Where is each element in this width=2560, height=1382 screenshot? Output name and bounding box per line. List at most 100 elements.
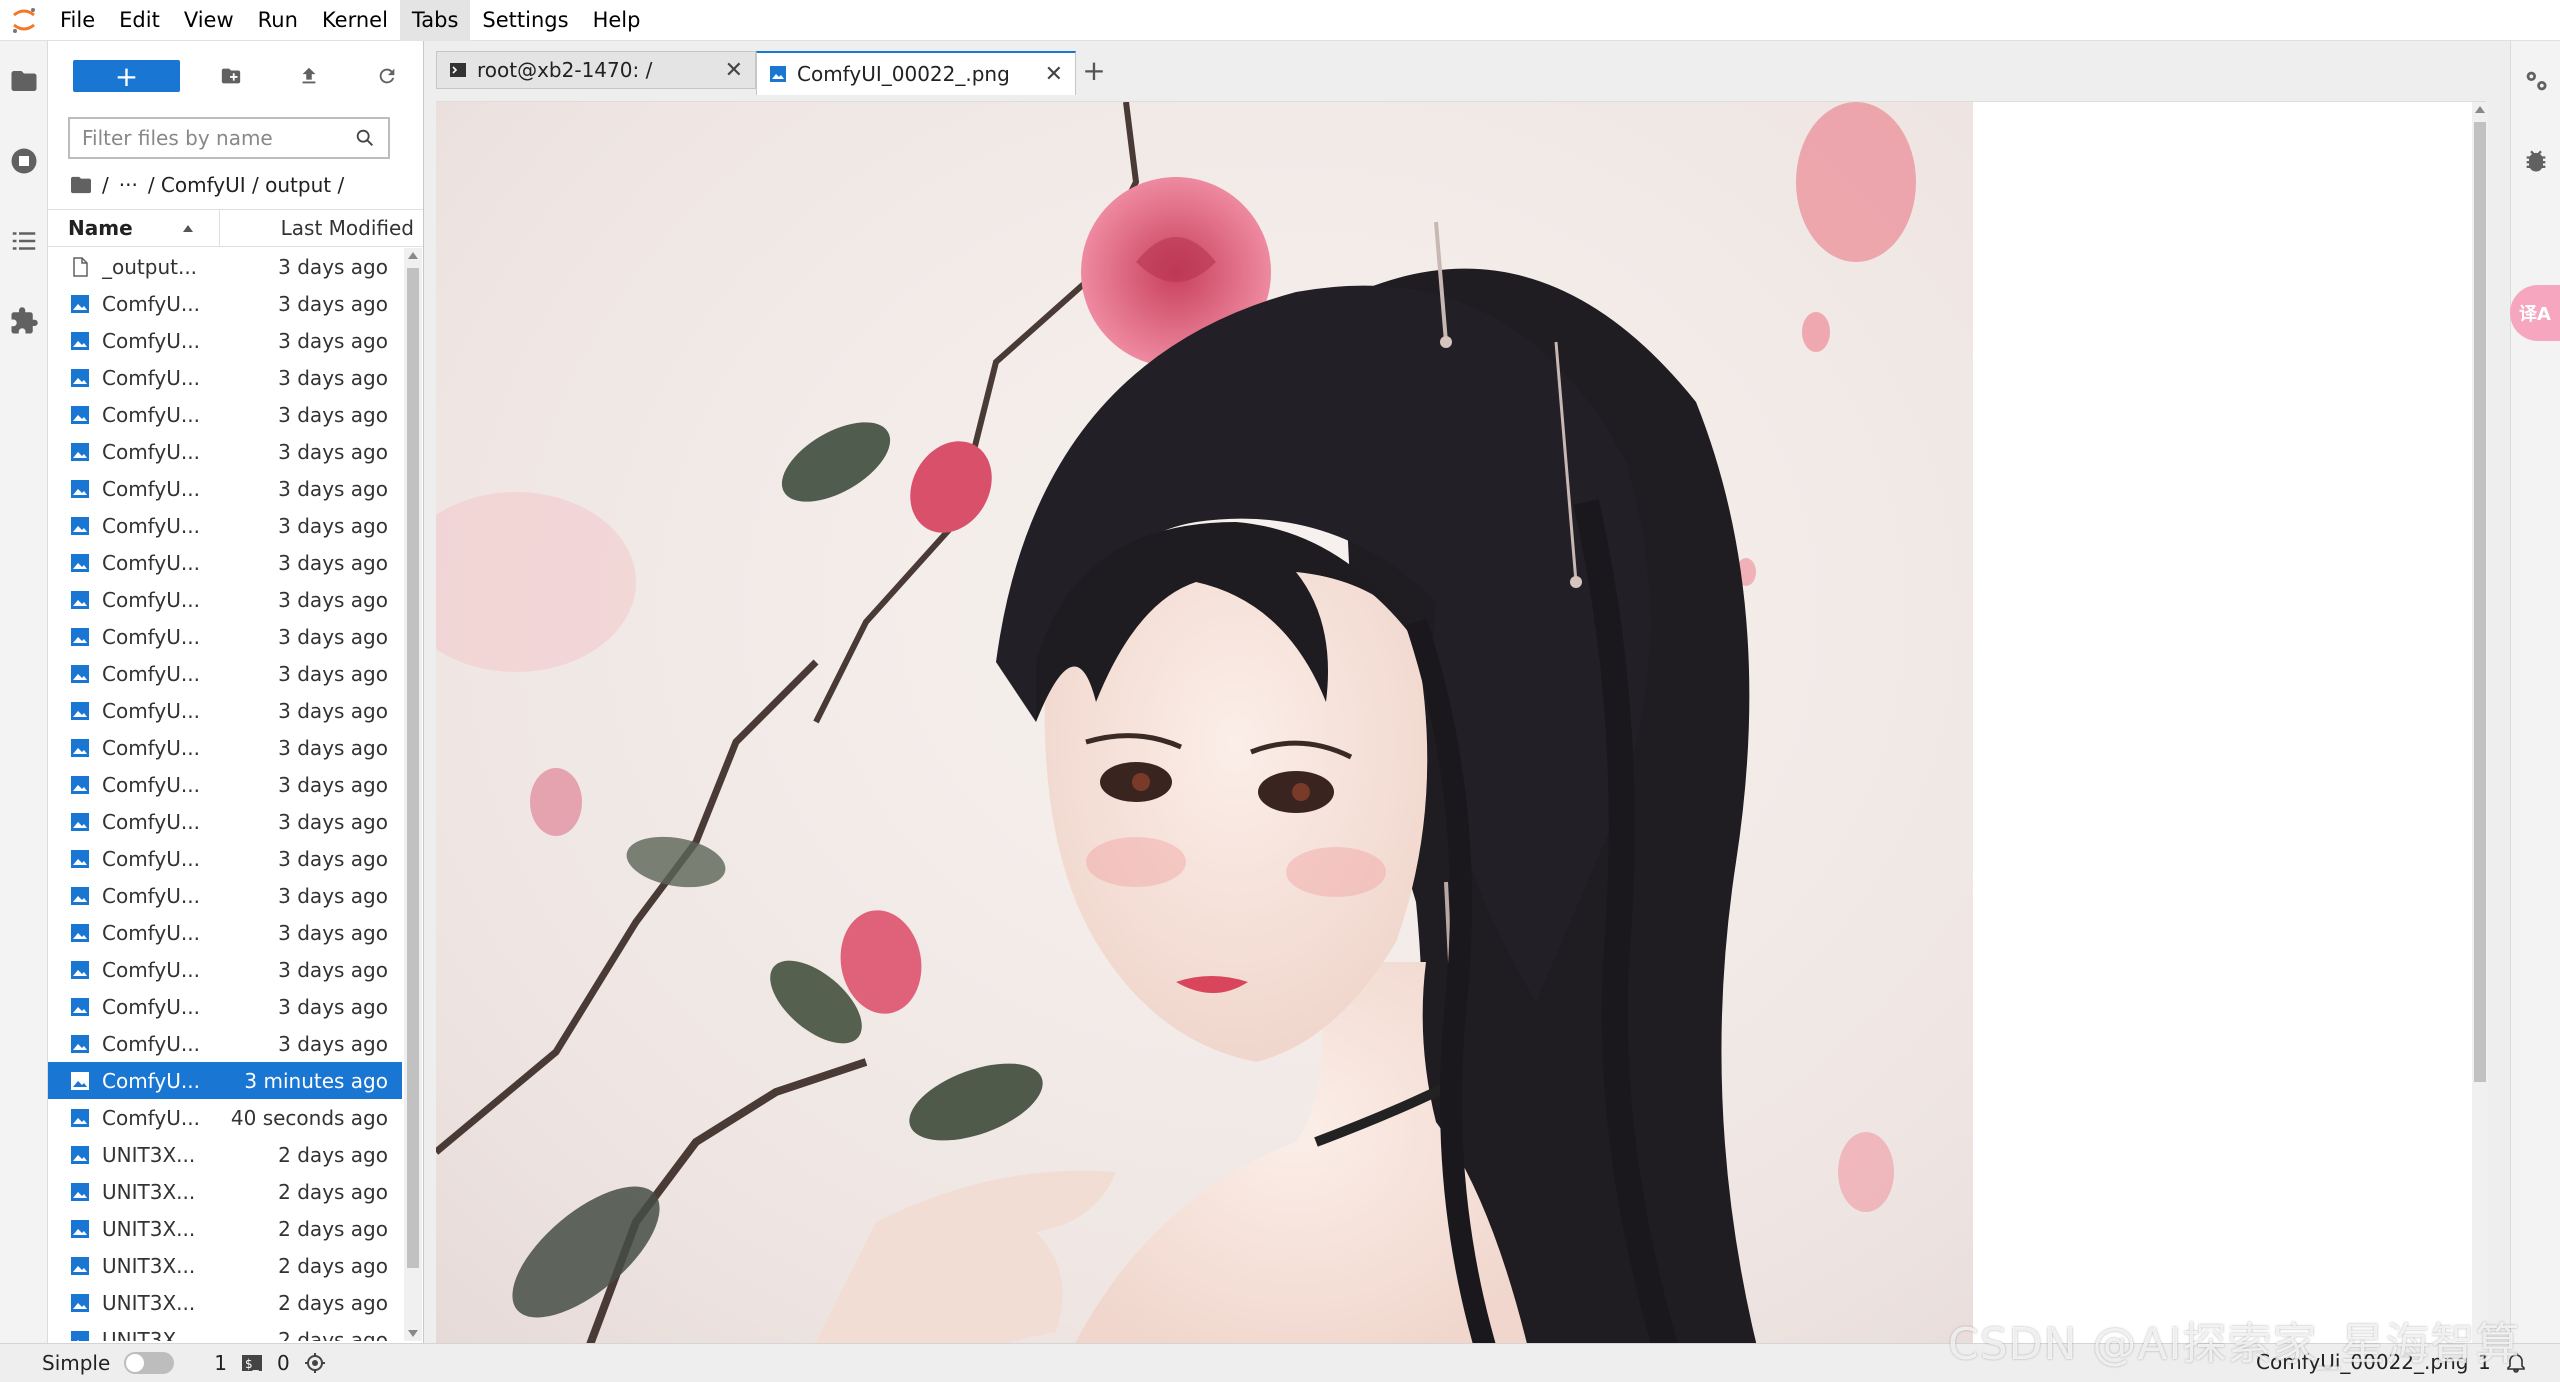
file-row[interactable]: ComfyU... 3 minutes ago xyxy=(48,1062,402,1099)
file-row[interactable]: ComfyU... 3 days ago xyxy=(48,396,402,433)
image-file-icon xyxy=(70,479,90,499)
scroll-down-icon[interactable] xyxy=(408,1330,418,1337)
file-row[interactable]: ComfyU... 3 days ago xyxy=(48,618,402,655)
simple-mode-toggle[interactable] xyxy=(124,1352,175,1374)
file-last-modified: 3 days ago xyxy=(278,772,388,797)
image-file-icon xyxy=(70,997,90,1017)
upload-icon[interactable] xyxy=(274,56,344,96)
file-name: ComfyU... xyxy=(102,1105,200,1130)
file-row[interactable]: ComfyU... 3 days ago xyxy=(48,692,402,729)
menu-run[interactable]: Run xyxy=(246,0,310,41)
file-row[interactable]: ComfyU... 3 days ago xyxy=(48,914,402,951)
scroll-up-icon[interactable] xyxy=(2475,106,2485,113)
file-row[interactable]: ComfyU... 3 days ago xyxy=(48,470,402,507)
file-row[interactable]: ComfyU... 3 days ago xyxy=(48,507,402,544)
file-row[interactable]: _output... 3 days ago xyxy=(48,248,402,285)
file-row[interactable]: ComfyU... 3 days ago xyxy=(48,433,402,470)
file-name: UNIT3X... xyxy=(102,1142,196,1167)
file-row[interactable]: ComfyU... 3 days ago xyxy=(48,729,402,766)
name-column-header[interactable]: Name xyxy=(48,209,220,247)
file-row[interactable]: ComfyU... 40 seconds ago xyxy=(48,1099,402,1136)
file-row[interactable]: UNIT3X... 2 days ago xyxy=(48,1321,402,1341)
debugger-icon[interactable] xyxy=(2511,121,2560,201)
file-row[interactable]: ComfyU... 3 days ago xyxy=(48,988,402,1025)
new-launcher-button[interactable]: + xyxy=(73,60,180,93)
last-modified-column-header[interactable]: Last Modified xyxy=(220,216,423,240)
refresh-icon[interactable] xyxy=(352,56,422,96)
menu-kernel[interactable]: Kernel xyxy=(310,0,400,41)
file-row[interactable]: UNIT3X... 2 days ago xyxy=(48,1247,402,1284)
file-browser-toolbar: + xyxy=(48,41,423,111)
file-row[interactable]: ComfyU... 3 days ago xyxy=(48,1025,402,1062)
breadcrumb-path[interactable]: / ComfyUI / output / xyxy=(148,173,344,197)
translate-button[interactable]: 译A xyxy=(2510,285,2560,341)
file-row[interactable]: UNIT3X... 2 days ago xyxy=(48,1136,402,1173)
terminals-count[interactable]: 1 xyxy=(214,1351,227,1375)
new-folder-icon[interactable] xyxy=(196,56,266,96)
file-list: _output... 3 days ago ComfyU... 3 days ago C… xyxy=(48,248,402,1341)
file-row[interactable]: ComfyU... 3 days ago xyxy=(48,322,402,359)
file-row[interactable]: ComfyU... 3 days ago xyxy=(48,840,402,877)
tab-image[interactable]: ComfyUI_00022_.png ✕ xyxy=(756,51,1076,95)
menu-edit[interactable]: Edit xyxy=(107,0,172,41)
file-row[interactable]: UNIT3X... 2 days ago xyxy=(48,1210,402,1247)
tab-image-label: ComfyUI_00022_.png xyxy=(797,62,1010,86)
file-name: UNIT3X... xyxy=(102,1327,196,1342)
breadcrumb-root[interactable]: / xyxy=(102,173,109,197)
file-name: ComfyU... xyxy=(102,846,200,871)
right-sidebar xyxy=(2510,41,2560,1343)
file-row[interactable]: ComfyU... 3 days ago xyxy=(48,285,402,322)
file-last-modified: 2 days ago xyxy=(278,1290,388,1315)
file-last-modified: 3 days ago xyxy=(278,291,388,316)
file-last-modified: 2 days ago xyxy=(278,1142,388,1167)
file-row[interactable]: UNIT3X... 2 days ago xyxy=(48,1284,402,1321)
folder-icon[interactable] xyxy=(0,41,48,121)
file-row[interactable]: ComfyU... 3 days ago xyxy=(48,877,402,914)
file-last-modified: 3 days ago xyxy=(278,920,388,945)
close-icon[interactable]: ✕ xyxy=(1045,62,1063,87)
file-row[interactable]: ComfyU... 3 days ago xyxy=(48,803,402,840)
add-tab-button[interactable]: + xyxy=(1076,53,1112,87)
terminal-icon[interactable]: $_ xyxy=(241,1352,263,1374)
toc-icon[interactable] xyxy=(0,201,48,281)
file-name: UNIT3X... xyxy=(102,1179,196,1204)
image-viewer-scrollbar[interactable] xyxy=(2472,102,2488,1382)
tab-terminal[interactable]: root@xb2-1470: / ✕ xyxy=(436,51,756,89)
file-row[interactable]: UNIT3X... 2 days ago xyxy=(48,1173,402,1210)
file-list-scrollbar[interactable] xyxy=(404,248,422,1341)
file-name: ComfyU... xyxy=(102,661,200,686)
file-row[interactable]: ComfyU... 3 days ago xyxy=(48,544,402,581)
image-file-icon xyxy=(70,1071,90,1091)
image-file-icon xyxy=(70,738,90,758)
file-row[interactable]: ComfyU... 3 days ago xyxy=(48,655,402,692)
image-file-icon xyxy=(70,1330,90,1341)
menu-tabs[interactable]: Tabs xyxy=(399,0,471,41)
file-name: _output... xyxy=(102,254,198,279)
file-row[interactable]: ComfyU... 3 days ago xyxy=(48,951,402,988)
file-row[interactable]: ComfyU... 3 days ago xyxy=(48,766,402,803)
filter-files-input[interactable] xyxy=(82,126,354,150)
close-icon[interactable]: ✕ xyxy=(725,58,743,83)
property-inspector-icon[interactable] xyxy=(2511,41,2560,121)
menu-settings[interactable]: Settings xyxy=(470,0,580,41)
image-file-icon xyxy=(70,368,90,388)
scroll-up-icon[interactable] xyxy=(408,252,418,259)
file-name: ComfyU... xyxy=(102,476,200,501)
breadcrumb-ellipsis[interactable]: ··· xyxy=(119,173,138,197)
kernel-icon[interactable] xyxy=(304,1352,326,1374)
menu-file[interactable]: File xyxy=(48,0,107,41)
home-folder-icon[interactable] xyxy=(70,175,92,195)
image-file-icon xyxy=(70,516,90,536)
scrollbar-thumb[interactable] xyxy=(407,268,419,1268)
running-icon[interactable] xyxy=(0,121,48,201)
extension-icon[interactable] xyxy=(0,281,48,361)
scrollbar-thumb[interactable] xyxy=(2474,122,2486,1082)
simple-mode-label: Simple xyxy=(42,1351,111,1375)
file-row[interactable]: ComfyU... 3 days ago xyxy=(48,359,402,396)
menu-help[interactable]: Help xyxy=(581,0,653,41)
kernels-count[interactable]: 0 xyxy=(277,1351,290,1375)
menu-view[interactable]: View xyxy=(172,0,246,41)
file-row[interactable]: ComfyU... 3 days ago xyxy=(48,581,402,618)
file-name: ComfyU... xyxy=(102,328,200,353)
filter-files-field[interactable] xyxy=(68,117,390,159)
